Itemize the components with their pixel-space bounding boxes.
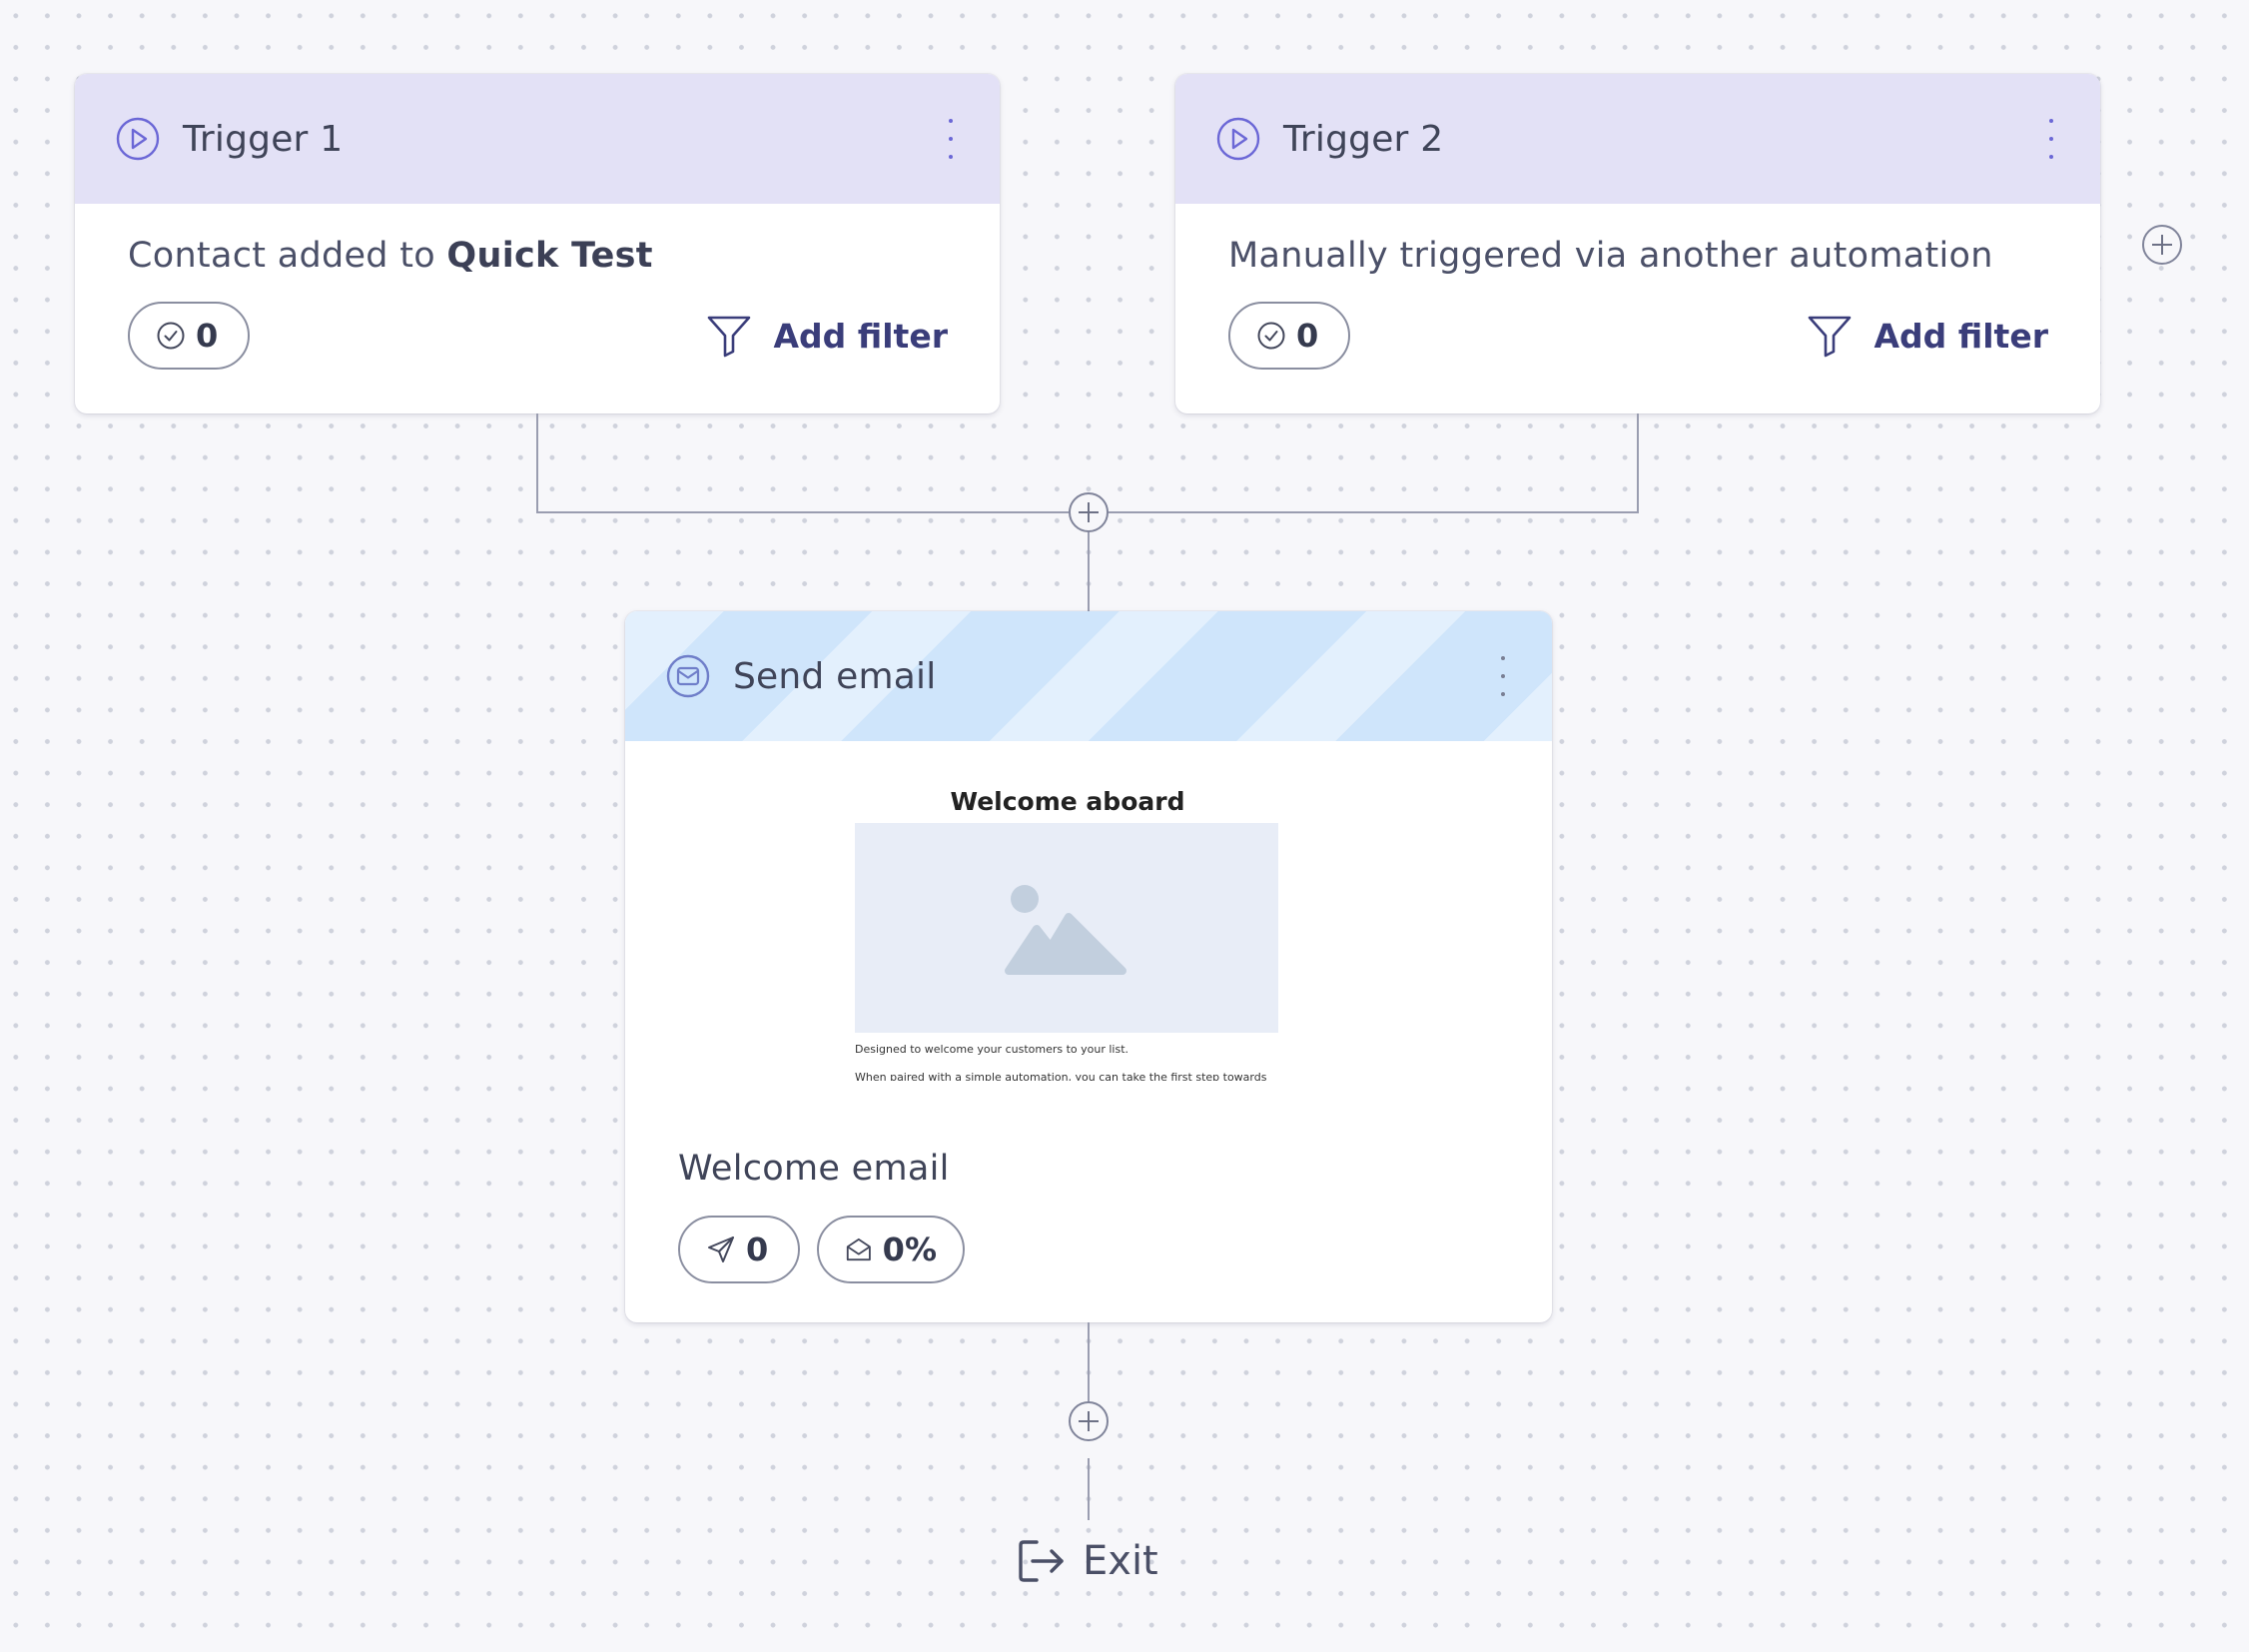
send-email-header: Send email (625, 611, 1552, 741)
email-preview-title: Welcome aboard (950, 787, 1185, 816)
send-email-title: Send email (733, 655, 937, 697)
exit-label: Exit (1083, 1538, 1158, 1584)
add-step-button[interactable] (1069, 492, 1109, 532)
trigger-card-1[interactable]: Trigger 1 Contact added to Quick Test 0 … (75, 74, 1000, 413)
email-circle-icon (666, 654, 710, 698)
filter-icon (707, 316, 750, 358)
open-rate: 0% (882, 1231, 937, 1268)
more-options-icon[interactable] (944, 119, 958, 159)
play-circle-icon (1216, 117, 1260, 161)
envelope-open-icon (846, 1238, 871, 1261)
more-options-icon[interactable] (1496, 656, 1510, 696)
exit-node: Exit (1017, 1538, 1158, 1584)
connector-line (1637, 413, 1639, 513)
trigger-header: Trigger 2 (1175, 74, 2100, 204)
sent-count-badge: 0 (678, 1216, 800, 1283)
trigger-description: Manually triggered via another automatio… (1228, 236, 1993, 276)
add-filter-button[interactable]: Add filter (706, 314, 948, 358)
completed-count: 0 (1296, 317, 1319, 355)
add-filter-label: Add filter (1874, 316, 2048, 356)
add-trigger-button[interactable] (2142, 225, 2182, 265)
check-circle-icon (157, 322, 185, 350)
trigger-description-text: Manually triggered via another automatio… (1228, 236, 1993, 276)
trigger-header: Trigger 1 (75, 74, 1000, 204)
connector-line (1088, 1322, 1090, 1402)
email-preview-image (855, 823, 1278, 1033)
add-filter-label: Add filter (773, 316, 948, 356)
send-email-card[interactable]: Send email Welcome aboard Designed to we… (625, 611, 1552, 1322)
trigger-title: Trigger 2 (1283, 118, 1444, 160)
add-step-button[interactable] (1069, 1401, 1109, 1441)
completed-count-badge: 0 (1228, 302, 1350, 370)
check-circle-icon (1257, 322, 1285, 350)
email-preview-text: Designed to welcome your customers to yo… (855, 1043, 1129, 1056)
image-placeholder-icon (1005, 885, 1126, 975)
send-icon (708, 1237, 734, 1262)
completed-count-badge: 0 (128, 302, 250, 370)
email-preview[interactable]: Welcome aboard Designed to welcome your … (855, 787, 1280, 1081)
trigger-card-2[interactable]: Trigger 2 Manually triggered via another… (1175, 74, 2100, 413)
exit-icon (1019, 1540, 1064, 1582)
trigger-title: Trigger 1 (183, 118, 344, 160)
add-filter-button[interactable]: Add filter (1807, 314, 2048, 358)
completed-count: 0 (196, 317, 219, 355)
filter-icon (1808, 316, 1851, 358)
sent-count: 0 (746, 1231, 769, 1268)
trigger-description: Contact added to Quick Test (128, 236, 653, 276)
email-preview-text: When paired with a simple automation, yo… (855, 1071, 1267, 1081)
more-options-icon[interactable] (2044, 119, 2058, 159)
open-rate-badge: 0% (817, 1216, 965, 1283)
connector-line (536, 413, 538, 513)
connector-line (1088, 1458, 1090, 1520)
play-circle-icon (116, 117, 160, 161)
email-name: Welcome email (678, 1149, 950, 1189)
trigger-description-text: Contact added to (128, 236, 447, 276)
trigger-body: Contact added to Quick Test 0 Add filter (75, 204, 1000, 413)
trigger-list-name: Quick Test (446, 236, 653, 276)
trigger-body: Manually triggered via another automatio… (1175, 204, 2100, 413)
